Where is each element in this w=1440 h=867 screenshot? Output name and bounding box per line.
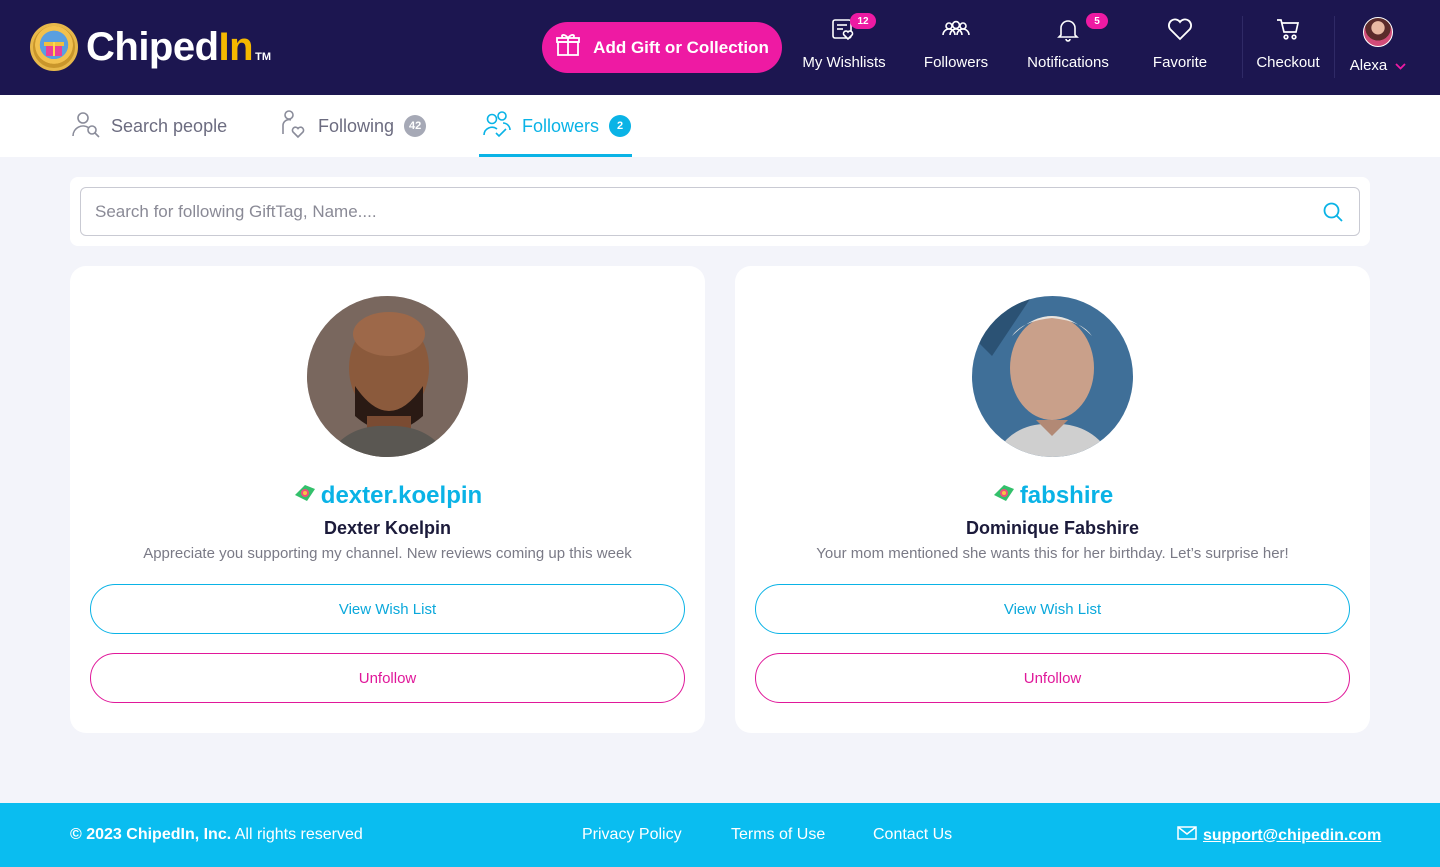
gifttag-label: fabshire [1019,482,1114,509]
follower-card: dexter.koelpin Dexter Koelpin Appreciate… [70,266,705,733]
support-email-link[interactable]: support@chipedin.com [1177,826,1381,845]
follower-message: Appreciate you supporting my channel. Ne… [143,545,632,562]
nav-notifications[interactable]: 5 Notifications [1023,13,1113,80]
follower-message: Your mom mentioned she wants this for he… [816,545,1289,562]
follower-gifttag[interactable]: fabshire [735,482,1370,510]
following-icon [280,108,308,145]
tab-following[interactable]: Following 42 [280,95,427,157]
chevron-down-icon [1395,57,1406,74]
search-icon[interactable] [1322,201,1344,228]
bell-icon [1054,15,1082,47]
unfollow-button[interactable]: Unfollow [755,653,1350,703]
tab-label: Following [318,115,395,136]
gifttag-label: dexter.koelpin [320,482,483,509]
followers-icon [940,15,972,47]
copyright-text: © 2023 ChipedIn, Inc. All rights reserve… [70,826,363,843]
nav-checkout[interactable]: Checkout [1254,14,1322,80]
nav-label: Favorite [1152,54,1208,71]
search-panel [70,177,1370,246]
follower-name: Dominique Fabshire [965,518,1140,538]
user-avatar [1363,17,1393,47]
search-person-icon [71,109,101,144]
follower-avatar[interactable] [307,296,468,457]
followers-icon [482,109,512,144]
notifications-count-badge: 5 [1086,13,1108,29]
gifttag-icon [293,482,317,510]
tab-followers[interactable]: Followers 2 [482,95,632,157]
tab-label: Search people [111,115,228,136]
terms-of-use-link[interactable]: Terms of Use [731,826,825,844]
nav-label: Notifications [1027,54,1109,71]
follower-gifttag[interactable]: dexter.koelpin [70,482,705,510]
envelope-icon [1177,826,1197,845]
heart-icon [1166,16,1194,46]
nav-favorite[interactable]: Favorite [1150,14,1210,80]
add-gift-or-collection-button[interactable]: Add Gift or Collection [542,22,782,73]
support-email: support@chipedin.com [1203,826,1382,844]
privacy-policy-link[interactable]: Privacy Policy [582,826,682,844]
user-name: Alexa [1349,57,1388,74]
view-wish-list-button[interactable]: View Wish List [90,584,685,634]
chipedin-logo[interactable]: ChipedIn TM [30,23,271,71]
nav-followers[interactable]: Followers [922,14,990,80]
add-button-label: Add Gift or Collection [593,37,769,57]
tab-search-people[interactable]: Search people [71,95,227,157]
header-divider [1242,16,1243,78]
wishlist-count-badge: 12 [850,13,876,29]
search-input[interactable] [80,187,1360,236]
following-count-badge: 42 [404,115,427,137]
active-tab-indicator [479,154,632,157]
gift-icon [555,32,581,63]
logo-wordmark: ChipedIn [86,24,254,69]
follower-avatar[interactable] [972,296,1133,457]
trademark-label: TM [255,51,271,63]
nav-my-wishlists[interactable]: 12 My Wishlists [801,13,887,80]
nav-label: My Wishlists [802,54,886,71]
user-menu[interactable]: Alexa [1346,16,1410,82]
view-wish-list-button[interactable]: View Wish List [755,584,1350,634]
unfollow-button[interactable]: Unfollow [90,653,685,703]
people-tabs: Search people Following 42 Followers 2 [0,95,1440,157]
gifttag-icon [992,482,1016,510]
follower-name: Dexter Koelpin [323,518,452,538]
nav-label: Followers [923,54,989,71]
page-footer: © 2023 ChipedIn, Inc. All rights reserve… [0,803,1440,867]
nav-label: Checkout [1256,54,1320,71]
contact-us-link[interactable]: Contact Us [873,826,952,844]
header-divider [1334,16,1335,78]
top-header: ChipedIn TM Add Gift or Collection 12 My… [0,0,1440,95]
followers-count-badge: 2 [609,115,632,137]
cart-icon [1274,15,1302,47]
follower-card: fabshire Dominique Fabshire Your mom men… [735,266,1370,733]
logo-emblem-icon [30,23,78,71]
tab-label: Followers [522,115,600,136]
